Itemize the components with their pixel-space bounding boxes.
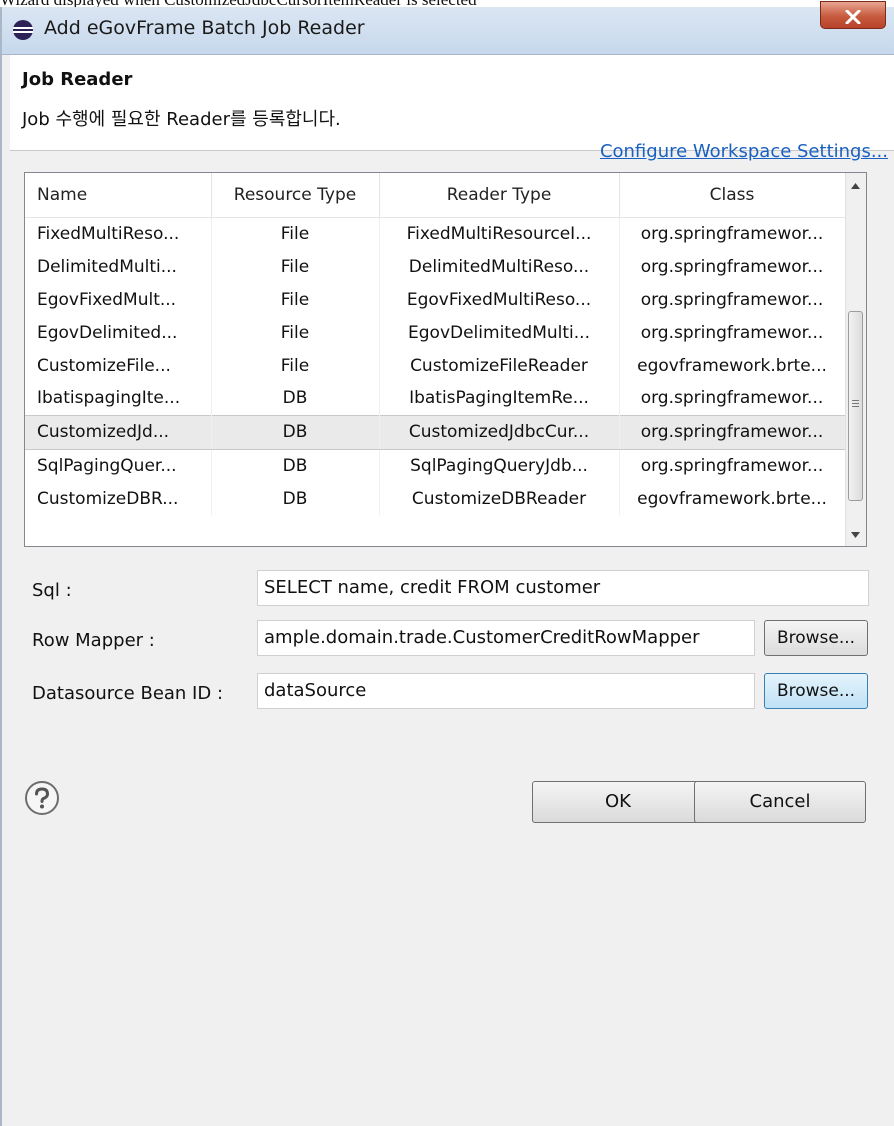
close-icon — [845, 10, 861, 24]
ok-button[interactable]: OK — [532, 781, 704, 823]
cell-resource-type: File — [211, 217, 380, 251]
wizard-header: Job Reader Job 수행에 필요한 Reader를 등록합니다. — [10, 55, 894, 150]
cell-reader-type: EgovFixedMultiReso... — [379, 283, 620, 317]
cell-resource-type: File — [211, 250, 380, 284]
cell-reader-type: SqlPagingQueryJdb... — [379, 449, 620, 483]
cell-class: org.springframewor... — [619, 316, 846, 350]
table-row[interactable]: CustomizeFile... File CustomizeFileReade… — [25, 349, 846, 382]
cell-class: org.springframewor... — [619, 283, 846, 317]
cell-class: egovframework.brte... — [619, 482, 846, 516]
cell-name: CustomizeFile... — [25, 349, 212, 382]
cell-resource-type: DB — [211, 381, 380, 416]
row-mapper-browse-button[interactable]: Browse... — [764, 620, 868, 656]
cell-name: DelimitedMulti... — [25, 250, 212, 284]
datasource-label: Datasource Bean ID : — [32, 683, 224, 704]
cell-class: org.springframewor... — [619, 217, 846, 251]
table-row[interactable]: EgovFixedMult... File EgovFixedMultiReso… — [25, 283, 846, 317]
column-header-class[interactable]: Class — [619, 173, 846, 218]
column-header-resource-type[interactable]: Resource Type — [211, 173, 380, 218]
table-row[interactable]: SqlPagingQuer... DB SqlPagingQueryJdb...… — [25, 449, 846, 483]
cell-resource-type: File — [211, 316, 380, 350]
cell-resource-type: DB — [211, 449, 380, 483]
help-icon[interactable] — [24, 780, 60, 816]
configure-workspace-link[interactable]: Configure Workspace Settings... — [600, 141, 888, 162]
table-row[interactable]: FixedMultiReso... File FixedMultiResourc… — [25, 217, 846, 251]
table-row[interactable]: IbatispagingIte... DB IbatisPagingItemRe… — [25, 381, 846, 416]
scroll-up-arrow-icon[interactable] — [851, 183, 860, 189]
column-header-reader-type[interactable]: Reader Type — [379, 173, 620, 218]
page-description: Job 수행에 필요한 Reader를 등록합니다. — [22, 109, 341, 130]
cell-resource-type: DB — [211, 414, 380, 450]
cell-reader-type: EgovDelimitedMulti... — [379, 316, 620, 350]
dialog-window: Add eGovFrame Batch Job Reader Job Reade… — [0, 1, 894, 1126]
scrollbar-thumb[interactable] — [848, 311, 863, 501]
cell-resource-type: File — [211, 349, 380, 382]
eclipse-icon — [13, 20, 33, 40]
reader-grid: Name Resource Type Reader Type Class Fix… — [25, 173, 846, 516]
column-header-name[interactable]: Name — [25, 173, 212, 218]
page-title: Job Reader — [22, 69, 133, 90]
cell-reader-type: IbatisPagingItemRe... — [379, 381, 620, 416]
table-row[interactable]: CustomizeDBR... DB CustomizeDBReader ego… — [25, 482, 846, 516]
cell-class: org.springframewor... — [619, 414, 846, 450]
thumb-grip-icon — [852, 400, 859, 409]
cell-class: egovframework.brte... — [619, 349, 846, 382]
cell-class: org.springframewor... — [619, 449, 846, 483]
title-bar[interactable]: Add eGovFrame Batch Job Reader — [2, 1, 894, 55]
cell-resource-type: DB — [211, 482, 380, 516]
row-mapper-input[interactable]: ample.domain.trade.CustomerCreditRowMapp… — [257, 620, 755, 656]
sql-input[interactable]: SELECT name, credit FROM customer — [257, 570, 869, 606]
table-scrollbar[interactable] — [845, 173, 866, 546]
cell-name: FixedMultiReso... — [25, 217, 212, 251]
cell-name: SqlPagingQuer... — [25, 449, 212, 483]
close-button[interactable] — [820, 1, 886, 29]
row-mapper-label: Row Mapper : — [32, 630, 155, 651]
sql-label: Sql : — [32, 580, 72, 601]
cell-name: CustomizeDBR... — [25, 482, 212, 516]
cell-reader-type: CustomizedJdbcCur... — [379, 414, 620, 450]
cell-resource-type: File — [211, 283, 380, 317]
table-row[interactable]: EgovDelimited... File EgovDelimitedMulti… — [25, 316, 846, 350]
cell-class: org.springframewor... — [619, 250, 846, 284]
datasource-input[interactable]: dataSource — [257, 673, 755, 709]
reader-table[interactable]: Name Resource Type Reader Type Class Fix… — [24, 172, 867, 547]
cell-reader-type: CustomizeDBReader — [379, 482, 620, 516]
cell-name: EgovFixedMult... — [25, 283, 212, 317]
table-row-selected[interactable]: CustomizedJd... DB CustomizedJdbcCur... … — [25, 414, 846, 450]
cancel-button[interactable]: Cancel — [694, 781, 866, 823]
cell-name: CustomizedJd... — [25, 414, 212, 450]
datasource-browse-button[interactable]: Browse... — [764, 673, 868, 709]
cell-reader-type: FixedMultiResourceI... — [379, 217, 620, 251]
cell-name: EgovDelimited... — [25, 316, 212, 350]
table-row[interactable]: DelimitedMulti... File DelimitedMultiRes… — [25, 250, 846, 284]
cell-class: org.springframewor... — [619, 381, 846, 416]
cell-reader-type: DelimitedMultiReso... — [379, 250, 620, 284]
table-header-row: Name Resource Type Reader Type Class — [25, 173, 846, 218]
scroll-down-arrow-icon[interactable] — [851, 532, 860, 538]
cell-name: IbatispagingIte... — [25, 381, 212, 416]
window-title: Add eGovFrame Batch Job Reader — [44, 17, 365, 39]
cell-reader-type: CustomizeFileReader — [379, 349, 620, 382]
